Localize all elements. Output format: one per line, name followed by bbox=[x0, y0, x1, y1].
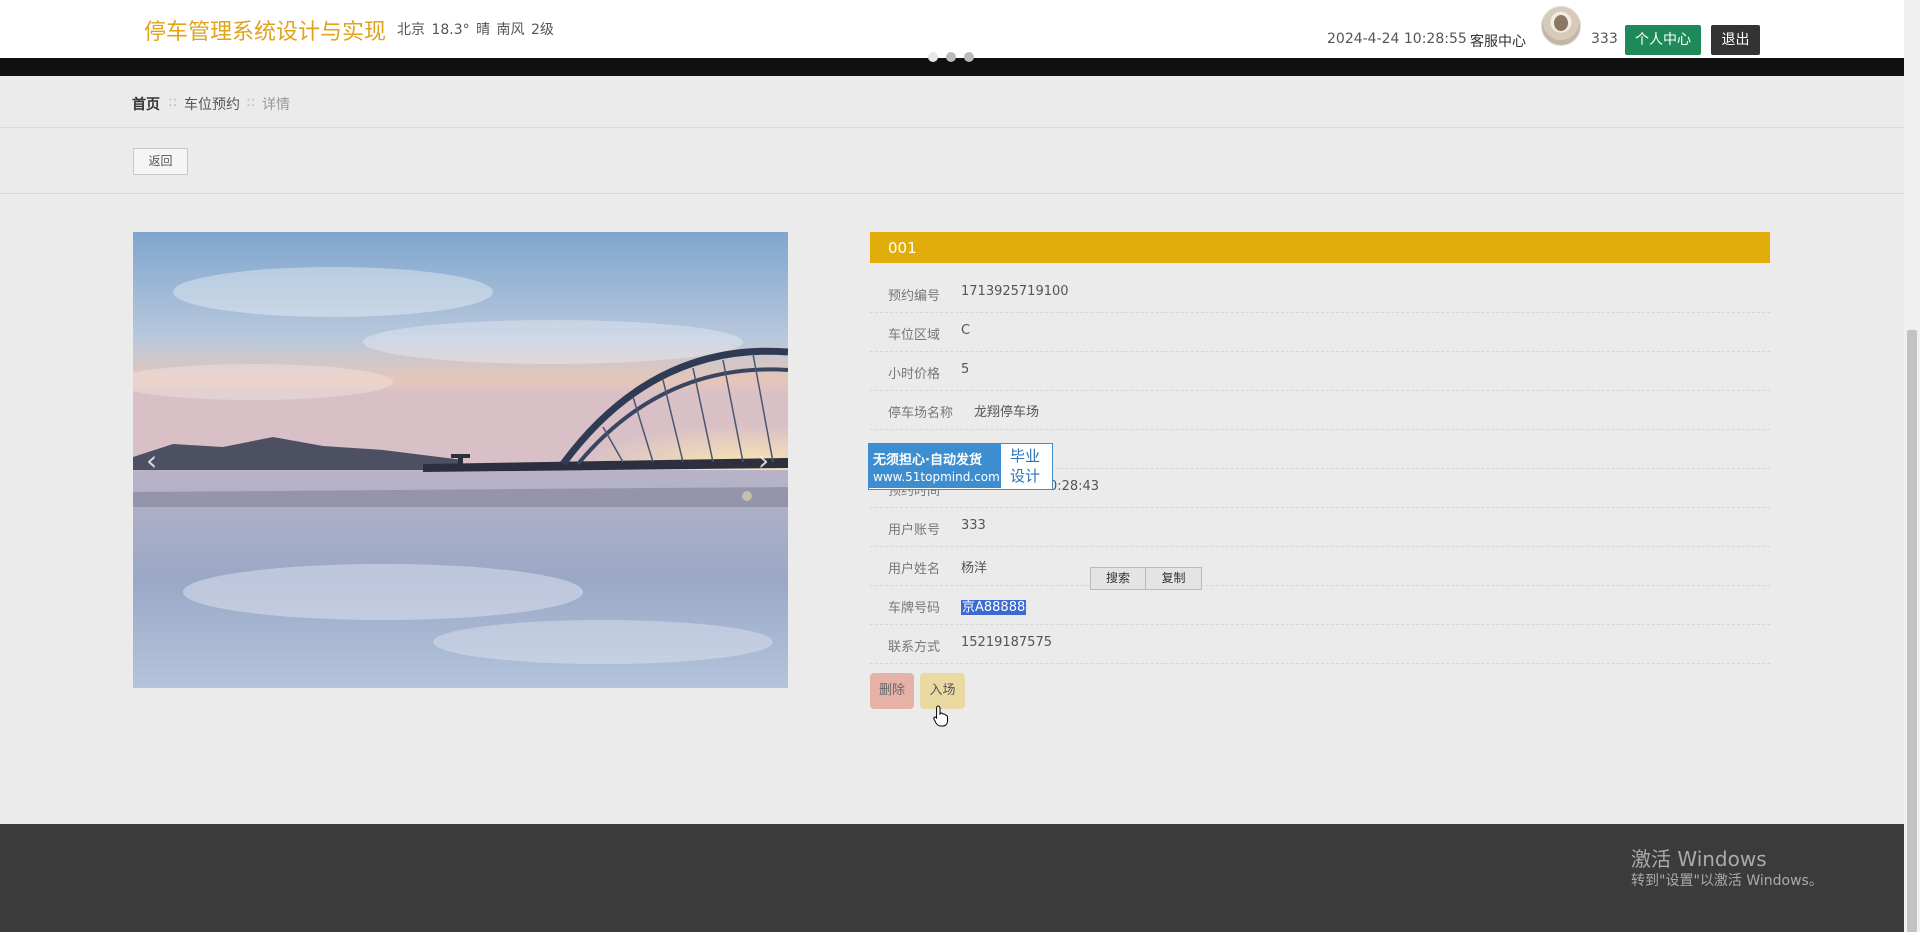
license-plate-label: 车牌号码 bbox=[888, 601, 941, 616]
breadcrumb-current: 详情 bbox=[262, 97, 290, 113]
avatar-face-icon bbox=[1554, 15, 1568, 31]
watermark-line-2: www.51topmind.com bbox=[873, 470, 1000, 484]
windows-activation-title: 激活 Windows bbox=[1631, 847, 1767, 871]
delete-button[interactable]: 删除 bbox=[870, 673, 914, 709]
breadcrumb-section[interactable]: 车位预约 bbox=[184, 94, 240, 114]
parking-lot-name-value: 龙翔停车场 bbox=[974, 405, 1040, 420]
hourly-price-label: 小时价格 bbox=[888, 367, 941, 382]
row-divider bbox=[870, 312, 1770, 313]
carousel-next-icon[interactable]: › bbox=[758, 444, 769, 477]
row-divider bbox=[870, 585, 1770, 586]
detail-title-bar bbox=[870, 232, 1770, 263]
watermark-right-line-1: 毕业 bbox=[1010, 447, 1041, 465]
context-copy-button[interactable]: 复制 bbox=[1145, 567, 1202, 590]
carousel-prev-icon[interactable]: ‹ bbox=[146, 444, 157, 477]
hand-cursor-icon bbox=[933, 705, 948, 727]
row-divider bbox=[870, 351, 1770, 352]
user-account-value: 333 bbox=[961, 518, 986, 533]
weather-info: 北京 18.3° 晴 南风 2级 bbox=[397, 22, 554, 38]
parking-area-value: C bbox=[961, 323, 971, 338]
user-avatar[interactable] bbox=[1541, 6, 1581, 46]
scrollbar-thumb[interactable] bbox=[1907, 330, 1917, 932]
row-divider bbox=[870, 390, 1770, 391]
contact-value: 15219187575 bbox=[961, 635, 1052, 650]
enter-parking-button[interactable]: 入场 bbox=[920, 673, 965, 709]
parking-photo bbox=[133, 232, 788, 688]
parking-lot-name-label: 停车场名称 bbox=[888, 406, 954, 421]
user-name-label: 用户姓名 bbox=[888, 562, 941, 577]
windows-activation-subtitle: 转到"设置"以激活 Windows。 bbox=[1631, 873, 1823, 889]
selected-text[interactable]: 京A88888 bbox=[961, 600, 1027, 615]
site-title[interactable]: 停车管理系统设计与实现 bbox=[144, 14, 386, 46]
carousel-dot-3[interactable] bbox=[964, 52, 974, 62]
personal-center-button[interactable]: 个人中心 bbox=[1625, 25, 1701, 55]
breadcrumb-separator: :: bbox=[168, 94, 178, 110]
user-account-label: 用户账号 bbox=[888, 523, 941, 538]
customer-service-link[interactable]: 客服中心 bbox=[1470, 31, 1526, 51]
username-label: 333 bbox=[1591, 31, 1618, 47]
bridge-sunset-image bbox=[133, 232, 788, 688]
parking-area-label: 车位区域 bbox=[888, 328, 941, 343]
breadcrumb-home[interactable]: 首页 bbox=[132, 94, 160, 114]
license-plate-value[interactable]: 京A88888 bbox=[961, 596, 1027, 615]
detail-title: 001 bbox=[888, 239, 917, 257]
row-divider bbox=[870, 624, 1770, 625]
watermark-right-line-2: 设计 bbox=[1010, 467, 1041, 485]
row-divider bbox=[870, 663, 1770, 664]
current-datetime: 2024-4-24 10:28:55 bbox=[1327, 31, 1467, 47]
contact-label: 联系方式 bbox=[888, 640, 941, 655]
section-divider bbox=[0, 193, 1904, 194]
logout-button[interactable]: 退出 bbox=[1711, 25, 1760, 55]
row-divider bbox=[870, 546, 1770, 547]
watermark-line-1: 无须担心·自动发货 bbox=[873, 453, 982, 468]
page-footer bbox=[0, 824, 1904, 932]
reservation-number-value: 1713925719100 bbox=[961, 284, 1069, 299]
hourly-price-value: 5 bbox=[961, 362, 970, 377]
carousel-dot-1[interactable] bbox=[928, 52, 938, 62]
reservation-number-label: 预约编号 bbox=[888, 289, 941, 304]
carousel-dot-2[interactable] bbox=[946, 52, 956, 62]
row-divider bbox=[870, 507, 1770, 508]
back-button[interactable]: 返回 bbox=[133, 148, 188, 175]
row-divider bbox=[870, 429, 1770, 430]
user-name-value: 杨洋 bbox=[961, 561, 988, 576]
context-search-button[interactable]: 搜索 bbox=[1090, 567, 1146, 590]
breadcrumb-separator: :: bbox=[246, 94, 256, 110]
